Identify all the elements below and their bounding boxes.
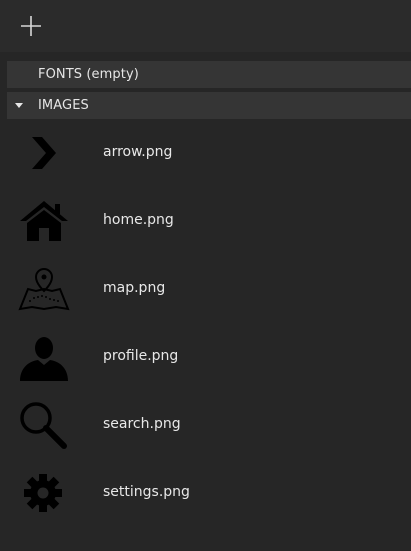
asset-name: profile.png [103,348,179,364]
settings-icon [16,467,72,519]
assets-panel: FONTS (empty) IMAGES arrow.png home.png [0,52,411,551]
home-icon [16,195,72,247]
profile-icon [16,331,72,383]
section-fonts-label: FONTS (empty) [38,67,139,82]
asset-name: home.png [103,212,174,228]
asset-name: settings.png [103,484,190,500]
toolbar [0,0,411,52]
list-item-settings[interactable]: settings.png [0,459,411,527]
section-images[interactable]: IMAGES [7,92,411,119]
asset-name: arrow.png [103,144,173,160]
map-icon [16,263,72,315]
list-item-search[interactable]: search.png [0,391,411,459]
list-item-profile[interactable]: profile.png [0,323,411,391]
list-item-arrow[interactable]: arrow.png [0,119,411,187]
section-fonts[interactable]: FONTS (empty) [7,61,411,88]
list-item-home[interactable]: home.png [0,187,411,255]
add-button[interactable] [17,12,45,40]
asset-name: search.png [103,416,181,432]
list-item-map[interactable]: map.png [0,255,411,323]
expand-triangle-icon[interactable] [15,103,23,108]
section-images-label: IMAGES [38,98,89,113]
asset-name: map.png [103,280,166,296]
search-icon [16,399,72,451]
arrow-icon [16,127,72,179]
plus-icon [21,16,41,36]
